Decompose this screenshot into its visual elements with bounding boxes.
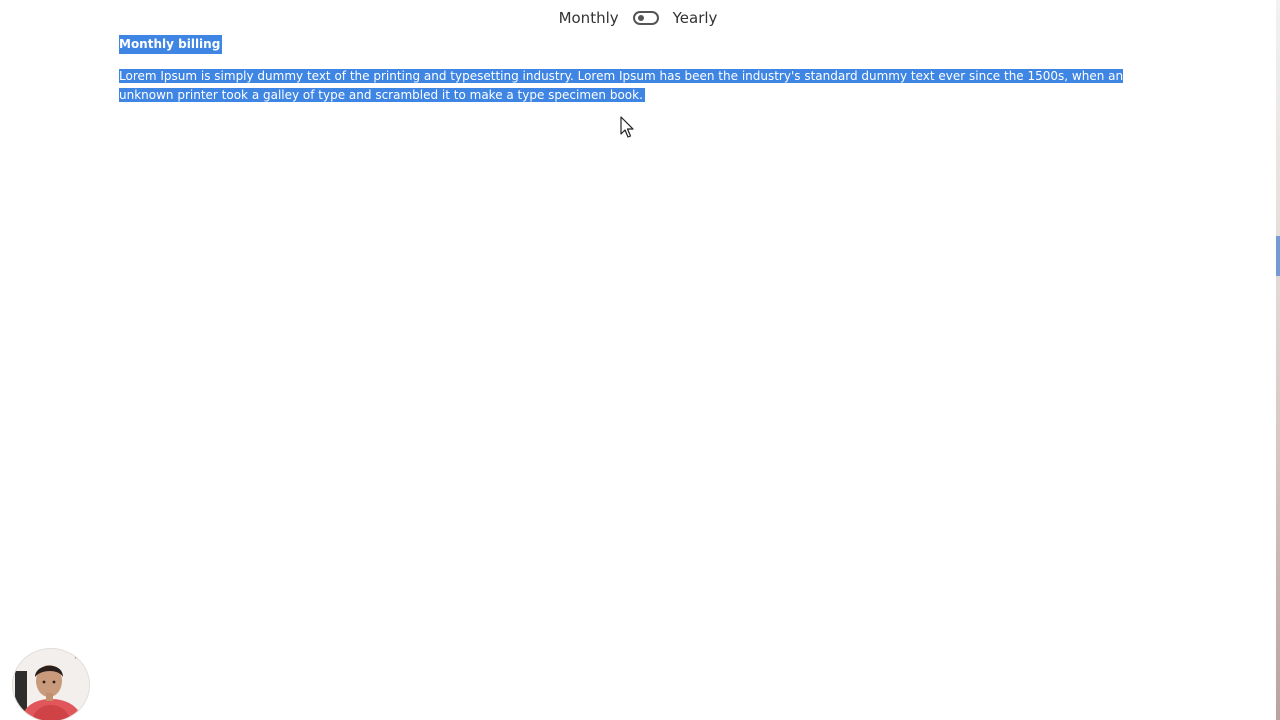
webcam-overlay: [12, 648, 90, 720]
billing-toggle: Monthly Yearly: [0, 9, 1276, 27]
plan-description: Lorem Ipsum is simply dummy text of the …: [119, 67, 1135, 105]
toggle-knob-icon: [637, 15, 644, 21]
edge-accent: [1276, 236, 1280, 276]
billing-toggle-switch[interactable]: [632, 11, 659, 25]
yearly-label[interactable]: Yearly: [673, 9, 718, 27]
presenter-avatar-icon: [13, 649, 89, 720]
pricing-page: Monthly Yearly Monthly billing Lorem Ips…: [0, 0, 1280, 720]
mouse-pointer-icon: [620, 116, 634, 138]
window-edge-strip: [1276, 0, 1280, 720]
plan-description-text: Lorem Ipsum is simply dummy text of the …: [119, 69, 1124, 102]
plan-heading: Monthly billing: [119, 35, 223, 54]
plan-content: Monthly billing Lorem Ipsum is simply du…: [119, 35, 1139, 105]
monthly-label[interactable]: Monthly: [559, 9, 619, 27]
